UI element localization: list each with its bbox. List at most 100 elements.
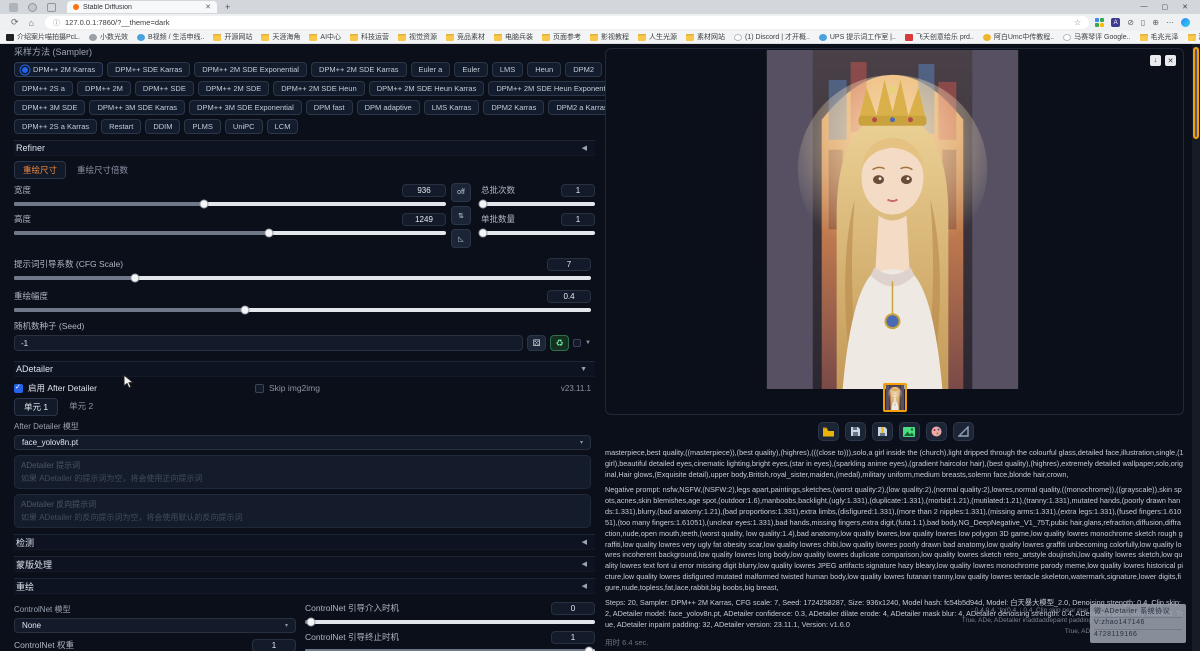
send-to-img2img-button[interactable] <box>899 422 920 441</box>
reload-icon[interactable]: ⟳ <box>11 17 19 28</box>
bookmark-item[interactable]: 开源网站 <box>213 32 252 42</box>
save-button[interactable] <box>845 422 866 441</box>
split-screen-icon[interactable]: ▯ <box>1141 18 1145 27</box>
controlnet-model-dropdown[interactable]: None ▾ <box>14 618 296 633</box>
sampler-option[interactable]: DPM++ 2S a Karras <box>14 119 97 134</box>
cfg-value-input[interactable]: 7 <box>547 258 591 271</box>
sampler-option[interactable]: DPM++ 2M SDE Heun <box>273 81 364 96</box>
collections-icon[interactable]: ⊕ <box>1152 18 1159 27</box>
sampler-option[interactable]: DPM++ 3M SDE Exponential <box>189 100 302 115</box>
bookmark-item[interactable]: AI中心 <box>309 32 341 42</box>
height-slider-track[interactable] <box>14 231 446 235</box>
adetailer-negative-textarea[interactable]: ADetailer 反向提示词 如果 ADetailer 的反向提示词为空，将会… <box>14 494 591 528</box>
copilot-icon[interactable] <box>1181 18 1190 27</box>
scale-off-button[interactable]: off <box>451 183 471 202</box>
bookmark-item[interactable]: 飞天创意绘乐 prd.. <box>905 32 974 42</box>
minimize-button[interactable]: — <box>1141 3 1148 11</box>
sampler-option[interactable]: LMS Karras <box>424 100 480 115</box>
inpaint-accordion[interactable]: 重绘 ◀ <box>14 578 595 594</box>
denoise-value-input[interactable]: 0.4 <box>547 290 591 303</box>
swap-dimensions-icon[interactable]: ⇅ <box>451 206 471 225</box>
sampler-option[interactable]: DPM++ 2M SDE Heun Karras <box>369 81 485 96</box>
browser-menu-icon[interactable]: ⋯ <box>1166 18 1174 27</box>
extension-grid-icon[interactable] <box>1095 18 1104 27</box>
image-download-button[interactable]: ↓ <box>1150 55 1161 66</box>
bookmark-item[interactable]: 竞品素材 <box>446 32 485 42</box>
sampler-option[interactable]: DPM++ 2M SDE Karras <box>311 62 407 77</box>
denoise-slider-track[interactable] <box>14 308 591 312</box>
tab-actions-icon[interactable] <box>28 3 37 12</box>
browser-tab[interactable]: Stable Diffusion ✕ <box>67 1 217 13</box>
vertical-tabs-icon[interactable] <box>47 3 56 12</box>
sampler-option[interactable]: DPM++ 3M SDE <box>14 100 85 115</box>
sampler-option[interactable]: DDIM <box>145 119 180 134</box>
send-to-extras-button[interactable] <box>953 422 974 441</box>
bookmark-item[interactable]: 电脑兵装 <box>494 32 533 42</box>
workspace-icon[interactable] <box>9 3 18 12</box>
batch-size-input[interactable]: 1 <box>561 213 595 226</box>
bookmark-item[interactable]: 天涯海角 <box>261 32 300 42</box>
adetailer-model-dropdown[interactable]: face_yolov8n.pt ▾ <box>14 435 591 450</box>
bookmark-item[interactable]: 视觉资源 <box>398 32 437 42</box>
bookmark-item[interactable]: 小数光效 <box>89 32 128 42</box>
tab-unit-2[interactable]: 单元 2 <box>60 398 102 416</box>
sampler-option[interactable]: Euler <box>454 62 488 77</box>
sampler-option[interactable]: DPM++ 2S a <box>14 81 73 96</box>
sampler-option[interactable]: Euler a <box>411 62 451 77</box>
favorite-star-icon[interactable]: ☆ <box>1074 18 1081 27</box>
sampler-option[interactable]: DPM++ 3M SDE Karras <box>89 100 185 115</box>
height-value-input[interactable]: 1249 <box>402 213 446 226</box>
reuse-seed-recycle-icon[interactable]: ♻ <box>550 335 569 351</box>
bookmark-item[interactable]: 介绍案片喵拍摄PcL. <box>6 32 80 42</box>
extension-navy-icon[interactable]: A <box>1111 18 1120 27</box>
bookmark-item[interactable]: 阿白Umc中传教程.. <box>983 32 1054 42</box>
maximize-button[interactable]: ▢ <box>1162 3 1169 11</box>
cfg-slider-track[interactable] <box>14 276 591 280</box>
sampler-option[interactable]: LCM <box>267 119 299 134</box>
sampler-option[interactable]: Restart <box>101 119 141 134</box>
bookmark-item[interactable]: B视频 / 生活申线.. <box>137 32 204 42</box>
controlnet-end-input[interactable]: 1 <box>551 631 595 644</box>
tab-close-icon[interactable]: ✕ <box>205 3 211 11</box>
sampler-option[interactable]: DPM++ SDE <box>135 81 194 96</box>
site-info-icon[interactable]: ⓘ <box>53 18 60 28</box>
image-gallery[interactable]: ↓ ✕ <box>605 48 1184 415</box>
sampler-option[interactable]: DPM fast <box>306 100 353 115</box>
new-tab-button[interactable]: + <box>225 2 230 12</box>
sampler-option[interactable]: DPM++ 2M SDE Exponential <box>194 62 307 77</box>
generated-image[interactable] <box>766 50 1019 394</box>
sampler-option[interactable]: DPM++ SDE Karras <box>107 62 190 77</box>
tab-resize-by[interactable]: 重绘尺寸倍数 <box>68 161 137 179</box>
sampler-option[interactable]: DPM++ 2M SDE <box>198 81 269 96</box>
controlnet-weight-input[interactable]: 1 <box>252 639 296 651</box>
adetailer-accordion[interactable]: ADetailer ▼ <box>14 361 595 377</box>
shield-icon[interactable]: ⊘ <box>1127 18 1134 27</box>
bookmark-item[interactable]: 人生光源 <box>638 32 677 42</box>
gallery-thumbnail[interactable] <box>883 383 907 412</box>
mask-accordion[interactable]: 蒙版处理 ◀ <box>14 556 595 572</box>
controlnet-start-track[interactable] <box>305 620 595 624</box>
width-value-input[interactable]: 936 <box>402 184 446 197</box>
width-slider-track[interactable] <box>14 202 446 206</box>
send-to-inpaint-button[interactable] <box>926 422 947 441</box>
skip-img2img-checkbox[interactable] <box>255 384 264 393</box>
close-button[interactable]: ✕ <box>1182 3 1188 11</box>
refiner-accordion[interactable]: Refiner ◀ <box>14 140 595 156</box>
controlnet-start-input[interactable]: 0 <box>551 602 595 615</box>
tab-unit-1[interactable]: 单元 1 <box>14 398 58 416</box>
triangle-ruler-icon[interactable]: ◺ <box>451 229 471 248</box>
open-folder-button[interactable] <box>818 422 839 441</box>
bookmark-item[interactable]: 游戏资源 <box>1188 32 1200 42</box>
bookmark-item[interactable]: UPS 提示词工作室 |.. <box>819 32 896 42</box>
sampler-option[interactable]: UniPC <box>225 119 263 134</box>
sampler-option[interactable]: DPM++ 2M Karras <box>14 62 103 77</box>
sampler-option[interactable]: DPM2 Karras <box>483 100 544 115</box>
extra-seed-checkbox[interactable] <box>573 339 581 347</box>
bookmark-item[interactable]: (1) Discord | 才开概.. <box>734 32 810 42</box>
enable-adetailer-checkbox[interactable] <box>14 384 23 393</box>
random-seed-dice-icon[interactable]: ⚄ <box>527 335 546 351</box>
detection-accordion[interactable]: 检测 ◀ <box>14 534 595 550</box>
batch-count-input[interactable]: 1 <box>561 184 595 197</box>
bookmark-item[interactable]: 页面参考 <box>542 32 581 42</box>
home-icon[interactable]: ⌂ <box>29 18 34 28</box>
